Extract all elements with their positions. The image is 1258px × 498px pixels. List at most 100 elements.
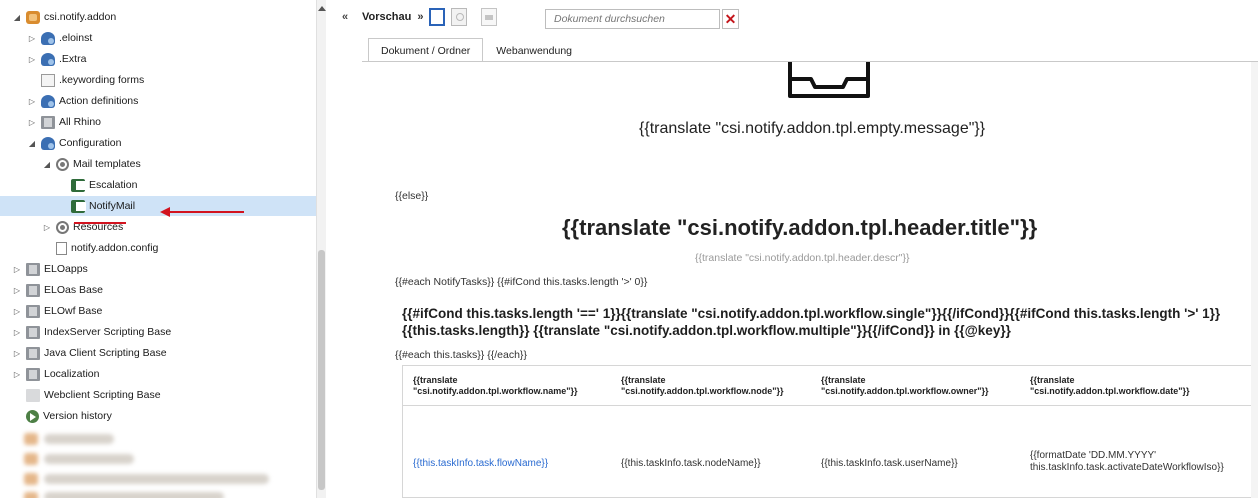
preview-scrollbar[interactable] [1251, 62, 1258, 498]
expand-toggle-icon[interactable]: ▷ [12, 349, 22, 358]
tree-item-csi-notify-addon[interactable]: ◢ csi.notify.addon [0, 7, 316, 27]
tree-item-extra[interactable]: ▷ .Extra [0, 49, 316, 69]
tree-item-resources[interactable]: ▷ Resources [0, 217, 316, 237]
expand-toggle-icon[interactable]: ▷ [12, 265, 22, 274]
collapse-toggle-icon[interactable]: ◢ [27, 139, 37, 148]
tree-item-notify-addon-config[interactable]: notify.addon.config [0, 238, 316, 258]
tree-item-label: ELOwf Base [44, 305, 103, 317]
expand-toggle-icon[interactable]: ▷ [42, 223, 52, 232]
light-folder-icon [26, 388, 40, 402]
tab-webanwendung[interactable]: Webanwendung [483, 38, 585, 62]
document-search-input[interactable] [545, 9, 720, 29]
tree-item-java-client-scripting-base[interactable]: ▷ Java Client Scripting Base [0, 343, 316, 363]
tree-item-keywording-forms[interactable]: .keywording forms [0, 70, 316, 90]
annotation-underline [74, 222, 126, 224]
gray-folder-icon [26, 325, 40, 339]
tree-item-label: .keywording forms [59, 74, 145, 86]
gear-folder-icon [56, 157, 69, 171]
expand-toggle-icon[interactable]: ▷ [27, 34, 37, 43]
empty-message: {{translate "csi.notify.addon.tpl.empty.… [639, 120, 986, 137]
table-header-row: {{translate "csi.notify.addon.tpl.workflo… [403, 366, 1258, 406]
repository-tree: ◢ csi.notify.addon ▷ .eloinst ▷ .Extra .keywor… [0, 0, 326, 498]
repository-folder-icon [41, 31, 55, 45]
cell-flow-name[interactable]: {{this.taskInfo.task.flowName}} [413, 458, 548, 470]
expand-toggle-icon[interactable]: ▷ [12, 307, 22, 316]
image-view-icon[interactable] [451, 8, 468, 26]
expand-panel-button[interactable]: » [417, 11, 423, 23]
tree-item-localization[interactable]: ▷ Localization [0, 364, 316, 384]
tree-item-eloas-base[interactable]: ▷ ELOas Base [0, 280, 316, 300]
collapse-panel-button[interactable]: « [342, 11, 348, 23]
tree-item-label: ELOapps [44, 263, 88, 275]
cell-node-name: {{this.taskInfo.task.nodeName}} [621, 458, 761, 469]
expand-toggle-icon[interactable]: ▷ [27, 118, 37, 127]
document-preview: {{translate "csi.notify.addon.tpl.empty.… [362, 62, 1258, 498]
annotation-arrow [160, 207, 244, 217]
tree-item-mail-templates[interactable]: ◢ Mail templates [0, 154, 316, 174]
tree-item-label: Configuration [59, 137, 122, 149]
tree-item-label: Localization [44, 368, 100, 380]
expand-toggle-icon[interactable]: ▷ [12, 328, 22, 337]
tree-item-label: All Rhino [59, 116, 102, 128]
tree-item-webclient-scripting-base[interactable]: Webclient Scripting Base [0, 385, 316, 405]
repository-folder-icon [41, 136, 55, 150]
form-icon [41, 73, 55, 87]
tree-item-label: notify.addon.config [71, 242, 159, 254]
expand-toggle-icon[interactable]: ▷ [12, 370, 22, 379]
preview-title: Vorschau [362, 11, 412, 23]
tree-item-label: .Extra [59, 53, 87, 65]
tree-item-eloapps[interactable]: ▷ ELOapps [0, 259, 316, 279]
tree-item-label: Webclient Scripting Base [44, 389, 161, 401]
else-tag: {{else}} [395, 190, 429, 202]
collapse-toggle-icon[interactable]: ◢ [42, 160, 52, 169]
document-view-icon[interactable] [429, 8, 446, 26]
tree-item-elowf-base[interactable]: ▷ ELOwf Base [0, 301, 316, 321]
repository-folder-icon [41, 94, 55, 108]
tree-item-notifymail[interactable]: NotifyMail [0, 196, 316, 216]
tree-item-label: ELOas Base [44, 284, 103, 296]
each-this-tasks-tag: {{#each this.tasks}} {{/each}} [395, 349, 527, 361]
column-header-date: {{translate "csi.notify.addon.tpl.workflo… [1030, 375, 1190, 396]
task-table: {{translate "csi.notify.addon.tpl.workflo… [402, 365, 1258, 498]
scroll-up-icon[interactable] [318, 6, 326, 11]
expand-toggle-icon[interactable]: ▷ [27, 55, 37, 64]
gray-folder-icon [26, 367, 40, 381]
tree-item-label: csi.notify.addon [44, 11, 117, 23]
clear-search-icon[interactable]: ✕ [722, 9, 739, 29]
tree-item-version-history[interactable]: Version history [0, 406, 316, 426]
document-icon [56, 241, 67, 255]
mail-template-icon [71, 199, 86, 213]
blurred-tree-items [0, 430, 316, 498]
expand-toggle-icon[interactable]: ▷ [12, 286, 22, 295]
addon-icon [26, 10, 40, 24]
gray-folder-icon [41, 115, 55, 129]
tree-scrollbar[interactable] [316, 0, 326, 498]
tree-item-action-definitions[interactable]: ▷ Action definitions [0, 91, 316, 111]
print-icon[interactable] [481, 8, 498, 26]
gear-folder-icon [56, 220, 69, 234]
tree-item-configuration[interactable]: ◢ Configuration [0, 133, 316, 153]
workflow-count-heading: {{#ifCond this.tasks.length '==' 1}}{{tr… [402, 306, 1221, 338]
gray-folder-icon [26, 304, 40, 318]
tree-item-label: Version history [43, 410, 112, 422]
tree-item-label: Mail templates [73, 158, 141, 170]
header-description: {{translate "csi.notify.addon.tpl.header… [695, 252, 910, 264]
tree-item-label: IndexServer Scripting Base [44, 326, 172, 338]
gray-folder-icon [26, 346, 40, 360]
tree-item-label: .eloinst [59, 32, 93, 44]
tree-item-label: Escalation [89, 179, 138, 191]
tree-item-all-rhino[interactable]: ▷ All Rhino [0, 112, 316, 132]
tree-item-label: Java Client Scripting Base [44, 347, 167, 359]
preview-tabs: Dokument / Ordner Webanwendung [368, 38, 585, 62]
tree-item-indexserver-scripting-base[interactable]: ▷ IndexServer Scripting Base [0, 322, 316, 342]
collapse-toggle-icon[interactable]: ◢ [12, 13, 22, 22]
column-header-node: {{translate "csi.notify.addon.tpl.workflo… [621, 375, 784, 396]
tree-item-label: Action definitions [59, 95, 139, 107]
tree-item-escalation[interactable]: Escalation [0, 175, 316, 195]
expand-toggle-icon[interactable]: ▷ [27, 97, 37, 106]
scroll-thumb[interactable] [318, 250, 325, 490]
gray-folder-icon [26, 262, 40, 276]
tab-dokument-ordner[interactable]: Dokument / Ordner [368, 38, 484, 62]
repository-folder-icon [41, 52, 55, 66]
tree-item-eloinst[interactable]: ▷ .eloinst [0, 28, 316, 48]
